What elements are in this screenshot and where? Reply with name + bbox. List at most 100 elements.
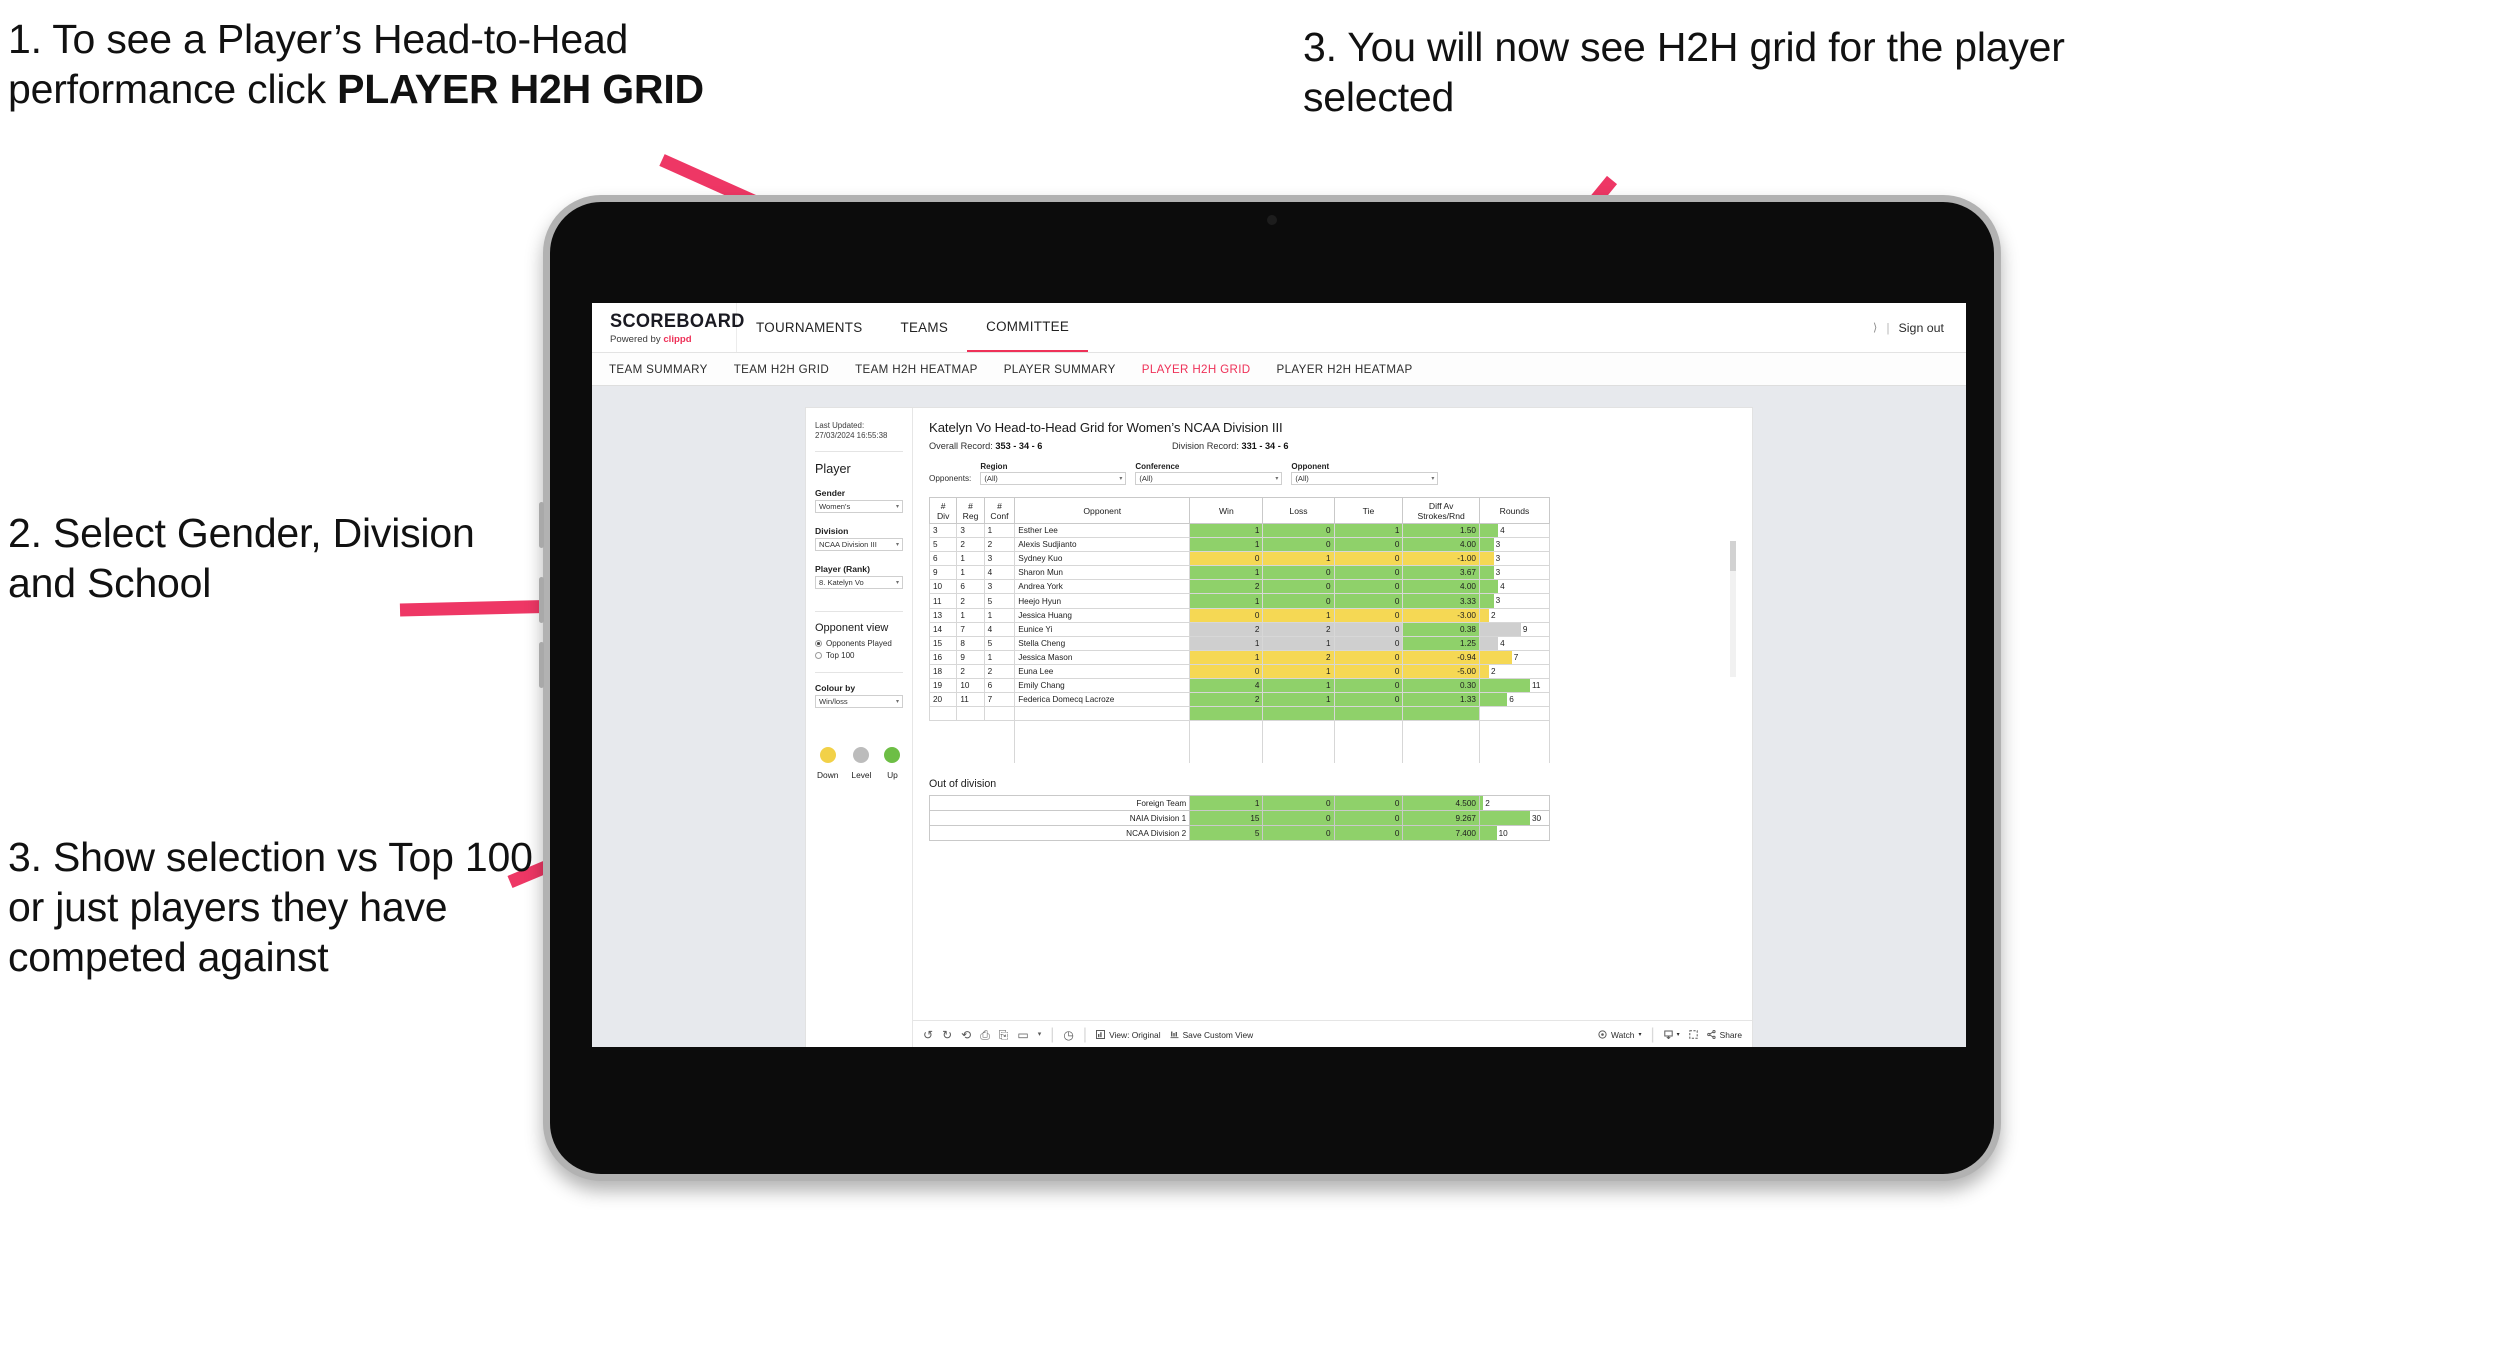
brand-logo[interactable]: SCOREBOARD Powered by clippd <box>592 303 744 352</box>
revert-icon[interactable]: ⟲ <box>961 1029 971 1041</box>
cell-division-name: NAIA Division 1 <box>928 810 1191 827</box>
table-row[interactable]: 6 1 3 Sydney Kuo 0 1 0 -1.00 3 <box>928 551 1551 567</box>
table-row[interactable]: 14 7 4 Eunice Yi 2 2 0 0.38 9 <box>928 621 1551 637</box>
col-div: # Div <box>928 497 958 524</box>
division-record: Division Record: 331 - 34 - 6 <box>1172 441 1288 451</box>
table-row[interactable]: 11 2 5 Heejo Hyun 1 0 0 3.33 3 <box>928 593 1551 609</box>
division-filter-label: Division <box>815 525 849 536</box>
cell-rounds: 2 <box>1478 795 1551 812</box>
gender-filter-label: Gender <box>815 487 846 498</box>
grid-scrollbar-thumb[interactable] <box>1730 541 1736 571</box>
region-select[interactable]: (All) ▾ <box>980 472 1127 485</box>
toolbar-separator: | <box>1050 1025 1055 1043</box>
table-row[interactable]: 5 2 2 Alexis Sudjianto 1 0 0 4.00 3 <box>928 537 1551 553</box>
cell-diff: 1.33 <box>1402 692 1480 708</box>
refresh-icon[interactable]: ⎙ <box>980 1029 990 1041</box>
colour-by-select[interactable]: Win/loss ▾ <box>815 694 903 708</box>
table-row[interactable]: 3 3 1 Esther Lee 1 0 1 1.50 4 <box>928 522 1551 539</box>
rounds-bar <box>1479 552 1494 566</box>
table-row[interactable]: 10 6 3 Andrea York 2 0 0 4.00 4 <box>928 579 1551 595</box>
table-row[interactable]: Foreign Team 1 0 0 4.500 2 <box>928 795 1551 812</box>
chevron-down-icon[interactable]: ▾ <box>1038 1031 1042 1038</box>
history-icon[interactable]: ◷ <box>1063 1029 1073 1041</box>
radio-top-100[interactable]: Top 100 <box>815 651 903 660</box>
rounds-value: 2 <box>1491 666 1496 676</box>
table-row[interactable]: 9 1 4 Sharon Mun 1 0 0 3.67 3 <box>928 565 1551 581</box>
view-original-button[interactable]: View: Original <box>1096 1030 1161 1040</box>
table-row[interactable]: 15 8 5 Stella Cheng 1 1 0 1.25 4 <box>928 635 1551 651</box>
rail-divider <box>815 671 903 673</box>
undo-icon[interactable]: ↺ <box>923 1029 933 1041</box>
nav-item-committee[interactable]: COMMITTEE <box>967 303 1089 352</box>
cell-loss: 0 <box>1262 565 1335 581</box>
cell-rounds: 6 <box>1478 692 1551 708</box>
grid-scrollbar[interactable] <box>1730 541 1736 677</box>
table-row[interactable]: 16 9 1 Jessica Mason 1 2 0 -0.94 7 <box>928 649 1551 665</box>
pause-updates-icon[interactable]: ⎘ <box>999 1029 1009 1041</box>
gender-select[interactable]: Women's ▾ <box>815 499 903 513</box>
share-button[interactable]: Share <box>1706 1030 1742 1040</box>
col-reg: # Reg <box>956 497 985 524</box>
table-row[interactable]: NAIA Division 1 15 0 0 9.267 30 <box>928 810 1551 827</box>
cell-div: 3 <box>928 522 958 539</box>
cell-reg: 2 <box>956 663 985 680</box>
zoom-tool-icon[interactable]: ▭ <box>1017 1029 1028 1041</box>
table-row[interactable]: 19 10 6 Emily Chang 4 1 0 0.30 11 <box>928 678 1551 694</box>
top-nav-right: ⟩ | Sign out <box>1873 303 1966 352</box>
cell-tie: 0 <box>1333 635 1404 651</box>
radio-opponents-played[interactable]: Opponents Played <box>815 639 903 648</box>
cell-diff: -0.94 <box>1402 649 1480 665</box>
cell-rounds: 4 <box>1478 522 1551 539</box>
cell-conf: 1 <box>983 607 1016 623</box>
sign-out-link[interactable]: Sign out <box>1899 321 1944 335</box>
cell-reg: 2 <box>956 593 985 609</box>
tab-player-h2h-grid[interactable]: PLAYER H2H GRID <box>1142 363 1251 376</box>
player-rank-select[interactable]: 8. Katelyn Vo ▾ <box>815 575 903 589</box>
table-row-empty <box>929 749 1551 764</box>
opponent-select[interactable]: (All) ▾ <box>1291 472 1439 485</box>
col-tie: Tie <box>1333 497 1404 524</box>
cell-diff: 3.33 <box>1402 593 1480 609</box>
table-row[interactable]: NCAA Division 2 5 0 0 7.400 10 <box>928 825 1551 842</box>
download-button[interactable]: ▾ <box>1663 1030 1680 1039</box>
table-row[interactable]: 18 2 2 Euna Lee 0 1 0 -5.00 2 <box>928 663 1551 680</box>
table-row[interactable]: 13 1 1 Jessica Huang 0 1 0 -3.00 2 <box>928 607 1551 623</box>
rounds-value: 9 <box>1522 624 1528 634</box>
fullscreen-button[interactable] <box>1688 1030 1698 1039</box>
tab-player-summary[interactable]: PLAYER SUMMARY <box>1004 363 1116 376</box>
watch-button[interactable]: Watch ▾ <box>1598 1030 1641 1040</box>
rounds-bar <box>1479 622 1521 636</box>
nav-item-tournaments[interactable]: TOURNAMENTS <box>737 303 881 352</box>
save-view-icon <box>1170 1031 1179 1039</box>
callout-step-3: 3. Show selection vs Top 100 or just pla… <box>8 834 533 981</box>
viz-toolbar: ↺ ↻ ⟲ ⎙ ⎘ ▭ ▾ | ◷ | View: Original Save … <box>913 1020 1752 1047</box>
tab-team-summary[interactable]: TEAM SUMMARY <box>609 363 708 376</box>
division-select[interactable]: NCAA Division III ▾ <box>815 537 903 551</box>
col-conf-l1: # <box>997 500 1002 511</box>
save-custom-view-button[interactable]: Save Custom View <box>1170 1030 1253 1040</box>
rounds-value: 3 <box>1495 568 1501 578</box>
cell-diff: 4.500 <box>1402 795 1480 812</box>
col-diff-l1: Diff Av <box>1428 500 1454 511</box>
out-of-division-heading: Out of division <box>929 778 997 791</box>
tab-team-h2h-heatmap[interactable]: TEAM H2H HEATMAP <box>855 363 978 376</box>
cell-loss: 0 <box>1262 795 1335 812</box>
cell-div: 15 <box>928 635 958 651</box>
conference-select[interactable]: (All) ▾ <box>1135 472 1283 485</box>
account-chevron-icon[interactable]: ⟩ <box>1873 321 1877 334</box>
tab-team-h2h-grid[interactable]: TEAM H2H GRID <box>734 363 829 376</box>
cell-rounds: 3 <box>1478 537 1551 553</box>
overall-record: Overall Record: 353 - 34 - 6 <box>929 441 1172 451</box>
cell-opponent: Sharon Mun <box>1014 565 1191 581</box>
col-reg-l2: Reg <box>962 510 979 521</box>
redo-icon[interactable]: ↻ <box>942 1029 952 1041</box>
view-original-label: View: Original <box>1109 1029 1161 1040</box>
cell-conf: 3 <box>983 579 1016 595</box>
table-row[interactable]: 20 11 7 Federica Domecq Lacroze 2 1 0 1.33 6 <box>928 692 1551 708</box>
tab-player-h2h-heatmap[interactable]: PLAYER H2H HEATMAP <box>1277 363 1413 376</box>
cell-div: 18 <box>928 663 958 680</box>
cell-opponent: Andrea York <box>1014 579 1191 595</box>
cell-conf: 3 <box>983 551 1016 567</box>
tableau-viz: Last Updated: 27/03/2024 16:55:38 Player… <box>806 408 1752 1047</box>
nav-item-teams[interactable]: TEAMS <box>881 303 967 352</box>
